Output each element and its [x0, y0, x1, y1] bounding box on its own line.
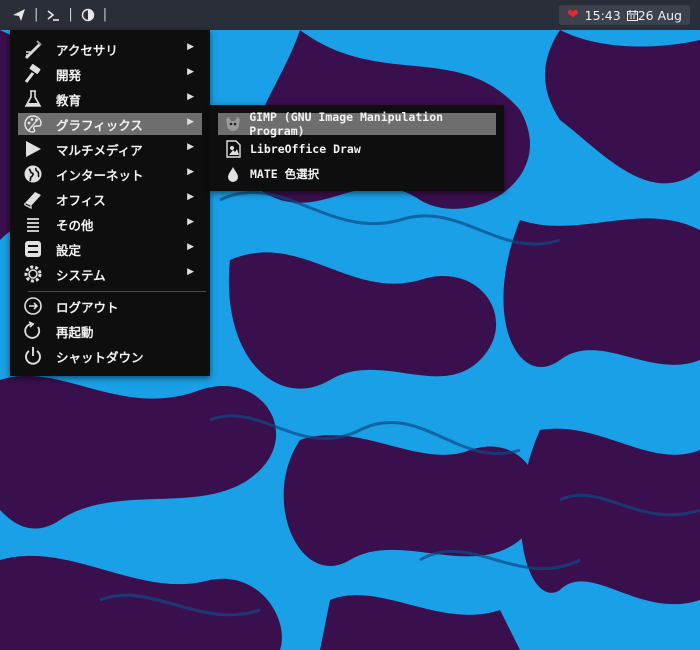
menu-item-label: シャットダウン — [56, 349, 144, 365]
menu-item-other[interactable]: その他 ▶ — [18, 213, 202, 235]
menu-item-label: システム — [56, 267, 106, 283]
logout-icon — [20, 295, 46, 317]
hammer-icon — [20, 63, 46, 85]
play-icon — [20, 138, 46, 160]
toggles-icon — [20, 238, 46, 260]
palette-icon — [20, 113, 46, 135]
menu-item-multimedia[interactable]: マルチメディア ▶ — [18, 138, 202, 160]
submenu-item-label: MATE 色選択 — [250, 167, 320, 181]
submenu-arrow-icon: ▶ — [187, 142, 194, 152]
menu-launcher-icon[interactable] — [10, 6, 28, 24]
menu-item-development[interactable]: 開発 ▶ — [18, 63, 202, 85]
menu-item-internet[interactable]: インターネット ▶ — [18, 163, 202, 185]
applications-menu: アクセサリ ▶ 開発 ▶ 教育 ▶ グラフィックス ▶ マルチメディア ▶ イン — [10, 30, 210, 376]
menu-item-label: 開発 — [56, 67, 82, 83]
menu-item-label: その他 — [56, 217, 94, 233]
submenu-arrow-icon: ▶ — [187, 92, 194, 102]
panel-launchers: | | | — [10, 5, 107, 25]
date-text[interactable]: 26 Aug — [638, 8, 682, 23]
menu-item-shutdown[interactable]: シャットダウン — [18, 345, 202, 367]
panel-separator: | — [34, 7, 39, 22]
submenu-arrow-icon: ▶ — [187, 242, 194, 252]
submenu-arrow-icon: ▶ — [187, 42, 194, 52]
gear-icon — [20, 263, 46, 285]
flask-icon — [20, 88, 46, 110]
menu-item-office[interactable]: オフィス ▶ — [18, 188, 202, 210]
submenu-item-label: LibreOffice Draw — [250, 142, 361, 156]
restart-icon — [20, 320, 46, 342]
menu-item-system[interactable]: システム ▶ — [18, 263, 202, 285]
menu-item-label: アクセサリ — [56, 42, 118, 58]
submenu-arrow-icon: ▶ — [187, 117, 194, 127]
submenu-item-mate-color[interactable]: MATE 色選択 — [218, 163, 496, 185]
globe-icon — [20, 163, 46, 185]
menu-item-label: ログアウト — [56, 299, 119, 315]
gimp-icon — [222, 114, 243, 134]
menu-item-graphics[interactable]: グラフィックス ▶ — [18, 113, 202, 135]
menu-item-education[interactable]: 教育 ▶ — [18, 88, 202, 110]
menu-item-label: 設定 — [56, 242, 82, 258]
list-icon — [20, 213, 46, 235]
menu-item-label: マルチメディア — [56, 142, 143, 158]
menu-item-restart[interactable]: 再起動 — [18, 320, 202, 342]
menu-item-logout[interactable]: ログアウト — [18, 295, 202, 317]
menu-item-settings[interactable]: 設定 ▶ — [18, 238, 202, 260]
submenu-item-gimp[interactable]: GIMP (GNU Image Manipulation Program) — [218, 110, 496, 138]
accessories-icon — [20, 38, 46, 60]
panel-separator: | — [102, 7, 108, 22]
submenu-arrow-icon: ▶ — [187, 167, 194, 177]
submenu-arrow-icon: ▶ — [187, 217, 194, 227]
draw-icon — [222, 139, 244, 159]
menu-separator — [28, 291, 206, 292]
submenu-arrow-icon: ▶ — [187, 192, 194, 202]
menu-item-label: 教育 — [56, 92, 82, 108]
power-icon — [20, 345, 46, 367]
submenu-arrow-icon: ▶ — [187, 67, 194, 77]
menu-item-label: グラフィックス — [56, 117, 143, 133]
panel-separator: | — [68, 7, 73, 22]
graphics-submenu: GIMP (GNU Image Manipulation Program) Li… — [210, 105, 504, 191]
submenu-item-label: GIMP (GNU Image Manipulation Program) — [249, 110, 444, 138]
theme-toggle-icon[interactable] — [79, 6, 97, 24]
menu-item-label: インターネット — [56, 167, 144, 183]
clock-text[interactable]: 15:43 — [585, 8, 621, 23]
submenu-arrow-icon: ▶ — [187, 267, 194, 277]
top-panel: | | | ❤ 15:43 26 Aug — [0, 0, 700, 30]
calendar-icon — [626, 9, 638, 21]
heart-icon[interactable]: ❤ — [567, 8, 579, 22]
color-drop-icon — [222, 164, 244, 184]
menu-item-label: 再起動 — [56, 324, 94, 340]
system-tray[interactable]: ❤ 15:43 26 Aug — [558, 5, 690, 25]
terminal-launcher-icon[interactable] — [44, 6, 62, 24]
submenu-item-libreoffice-draw[interactable]: LibreOffice Draw — [218, 138, 496, 160]
menu-item-label: オフィス — [56, 192, 106, 208]
menu-item-accessories[interactable]: アクセサリ ▶ — [18, 38, 202, 60]
book-icon — [20, 188, 46, 210]
